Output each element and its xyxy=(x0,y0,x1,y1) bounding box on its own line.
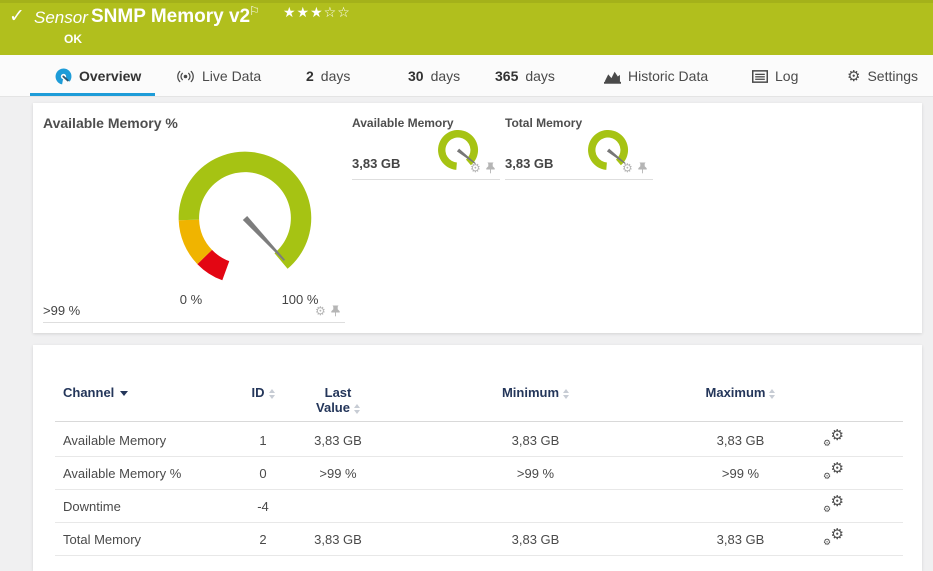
column-header-last-value[interactable]: Last Value xyxy=(278,385,398,415)
sort-arrows-icon xyxy=(269,389,275,399)
channel-settings-gears-icon[interactable]: ⚙⚙ xyxy=(823,462,844,482)
tab-365-days-number: 365 xyxy=(495,68,518,84)
column-header-id-label: ID xyxy=(252,385,265,400)
overview-gauges-panel: Available Memory % 0 % 100 % >99 % ⚙ Ava… xyxy=(33,103,922,333)
pin-icon[interactable] xyxy=(638,162,647,174)
channel-minimum: 3,83 GB xyxy=(463,433,608,448)
sort-arrows-icon xyxy=(354,404,360,414)
column-header-channel[interactable]: Channel xyxy=(63,385,128,400)
channel-maximum: 3,83 GB xyxy=(668,532,813,547)
live-data-icon xyxy=(176,69,195,84)
main-gauge-actions: ⚙ xyxy=(315,305,340,317)
channel-name: Available Memory % xyxy=(63,466,181,481)
channel-id: -4 xyxy=(218,499,308,514)
sensor-title: SNMP Memory v2 xyxy=(91,6,250,28)
tab-live-data-label: Live Data xyxy=(202,68,261,84)
column-header-minimum[interactable]: Minimum xyxy=(463,385,608,400)
tab-2-days[interactable]: 2 days xyxy=(306,55,350,97)
column-header-channel-label: Channel xyxy=(63,385,114,400)
channel-last-value: 3,83 GB xyxy=(278,433,398,448)
small-gauge-2-title: Total Memory xyxy=(505,116,582,130)
small-gauge-1-actions: ⚙ xyxy=(470,162,495,174)
tab-365-days[interactable]: 365 days xyxy=(495,55,555,97)
gear-icon[interactable]: ⚙ xyxy=(470,162,481,174)
tab-30-days[interactable]: 30 days xyxy=(408,55,460,97)
column-header-last-label: Last xyxy=(278,385,398,400)
table-row: Downtime -4 ⚙⚙ xyxy=(33,490,922,523)
main-gauge-value: >99 % xyxy=(43,303,80,318)
flag-icon[interactable]: ⚐ xyxy=(249,4,260,18)
channel-settings-gears-icon[interactable]: ⚙⚙ xyxy=(823,495,844,515)
channel-name: Downtime xyxy=(63,499,121,514)
gauge-divider xyxy=(505,179,653,180)
tab-365-days-unit: days xyxy=(525,68,555,84)
historic-chart-icon xyxy=(604,69,621,84)
status-badge: OK xyxy=(64,32,82,46)
stars-empty: ☆☆ xyxy=(324,5,351,21)
tab-30-days-number: 30 xyxy=(408,68,424,84)
channel-name: Available Memory xyxy=(63,433,166,448)
tab-settings[interactable]: ⚙ Settings xyxy=(847,55,918,97)
gear-icon[interactable]: ⚙ xyxy=(622,162,633,174)
gauge-divider xyxy=(43,322,345,323)
channel-minimum: 3,83 GB xyxy=(463,532,608,547)
priority-stars[interactable]: ★★★☆☆ xyxy=(283,5,351,21)
channel-last-value: 3,83 GB xyxy=(278,532,398,547)
pin-icon[interactable] xyxy=(486,162,495,174)
main-gauge-needle xyxy=(243,216,287,262)
prtg-sensor-page: ✓ Sensor SNMP Memory v2 ⚐ ★★★☆☆ OK Overv… xyxy=(0,0,933,571)
settings-gear-icon: ⚙ xyxy=(847,69,860,84)
column-header-minimum-label: Minimum xyxy=(502,385,559,400)
main-gauge-scale-min: 0 % xyxy=(166,292,216,307)
sort-caret-down-icon xyxy=(120,391,128,396)
tab-2-days-unit: days xyxy=(321,68,351,84)
tab-overview[interactable]: Overview xyxy=(55,55,141,97)
active-tab-underline xyxy=(30,93,155,96)
sort-arrows-icon xyxy=(769,389,775,399)
stars-filled: ★★★ xyxy=(283,5,324,21)
tab-historic-data[interactable]: Historic Data xyxy=(604,55,708,97)
channel-minimum: >99 % xyxy=(463,466,608,481)
small-gauge-2-actions: ⚙ xyxy=(622,162,647,174)
column-header-maximum-label: Maximum xyxy=(706,385,766,400)
channel-maximum: >99 % xyxy=(668,466,813,481)
channel-maximum: 3,83 GB xyxy=(668,433,813,448)
column-header-value-label: Value xyxy=(316,400,350,415)
small-gauge-1-value: 3,83 GB xyxy=(352,156,400,171)
table-row: Total Memory 2 3,83 GB 3,83 GB 3,83 GB ⚙… xyxy=(33,523,922,556)
row-divider xyxy=(55,555,903,556)
tab-historic-data-label: Historic Data xyxy=(628,68,708,84)
gauge-divider xyxy=(352,179,500,180)
column-header-maximum[interactable]: Maximum xyxy=(668,385,813,400)
table-row: Available Memory % 0 >99 % >99 % >99 % ⚙… xyxy=(33,457,922,490)
tab-2-days-number: 2 xyxy=(306,68,314,84)
channel-settings-gears-icon[interactable]: ⚙⚙ xyxy=(823,429,844,449)
table-row: Available Memory 1 3,83 GB 3,83 GB 3,83 … xyxy=(33,424,922,457)
channel-name: Total Memory xyxy=(63,532,141,547)
status-ok-check-icon: ✓ xyxy=(9,5,25,27)
tab-settings-label: Settings xyxy=(867,68,918,84)
sensor-header-bar: ✓ Sensor SNMP Memory v2 ⚐ ★★★☆☆ OK xyxy=(0,0,933,55)
tab-bar: Overview Live Data 2 days 30 days 365 da… xyxy=(0,55,933,97)
tab-log[interactable]: Log xyxy=(752,55,798,97)
main-gauge-title: Available Memory % xyxy=(43,115,178,131)
log-list-icon xyxy=(752,70,768,83)
small-gauge-2-value: 3,83 GB xyxy=(505,156,553,171)
main-gauge xyxy=(160,133,330,303)
channel-settings-gears-icon[interactable]: ⚙⚙ xyxy=(823,528,844,548)
channel-table-panel: Channel ID Last Value Minimum Maximum Av… xyxy=(33,345,922,571)
tab-live-data[interactable]: Live Data xyxy=(176,55,261,97)
object-kind-label: Sensor xyxy=(34,8,88,28)
tab-30-days-unit: days xyxy=(431,68,461,84)
channel-last-value: >99 % xyxy=(278,466,398,481)
gauge-icon xyxy=(55,68,72,85)
channel-rows: Available Memory 1 3,83 GB 3,83 GB 3,83 … xyxy=(33,422,922,556)
sort-arrows-icon xyxy=(563,389,569,399)
tab-overview-label: Overview xyxy=(79,68,141,84)
tab-log-label: Log xyxy=(775,68,798,84)
gear-icon[interactable]: ⚙ xyxy=(315,305,326,317)
pin-icon[interactable] xyxy=(331,305,340,317)
